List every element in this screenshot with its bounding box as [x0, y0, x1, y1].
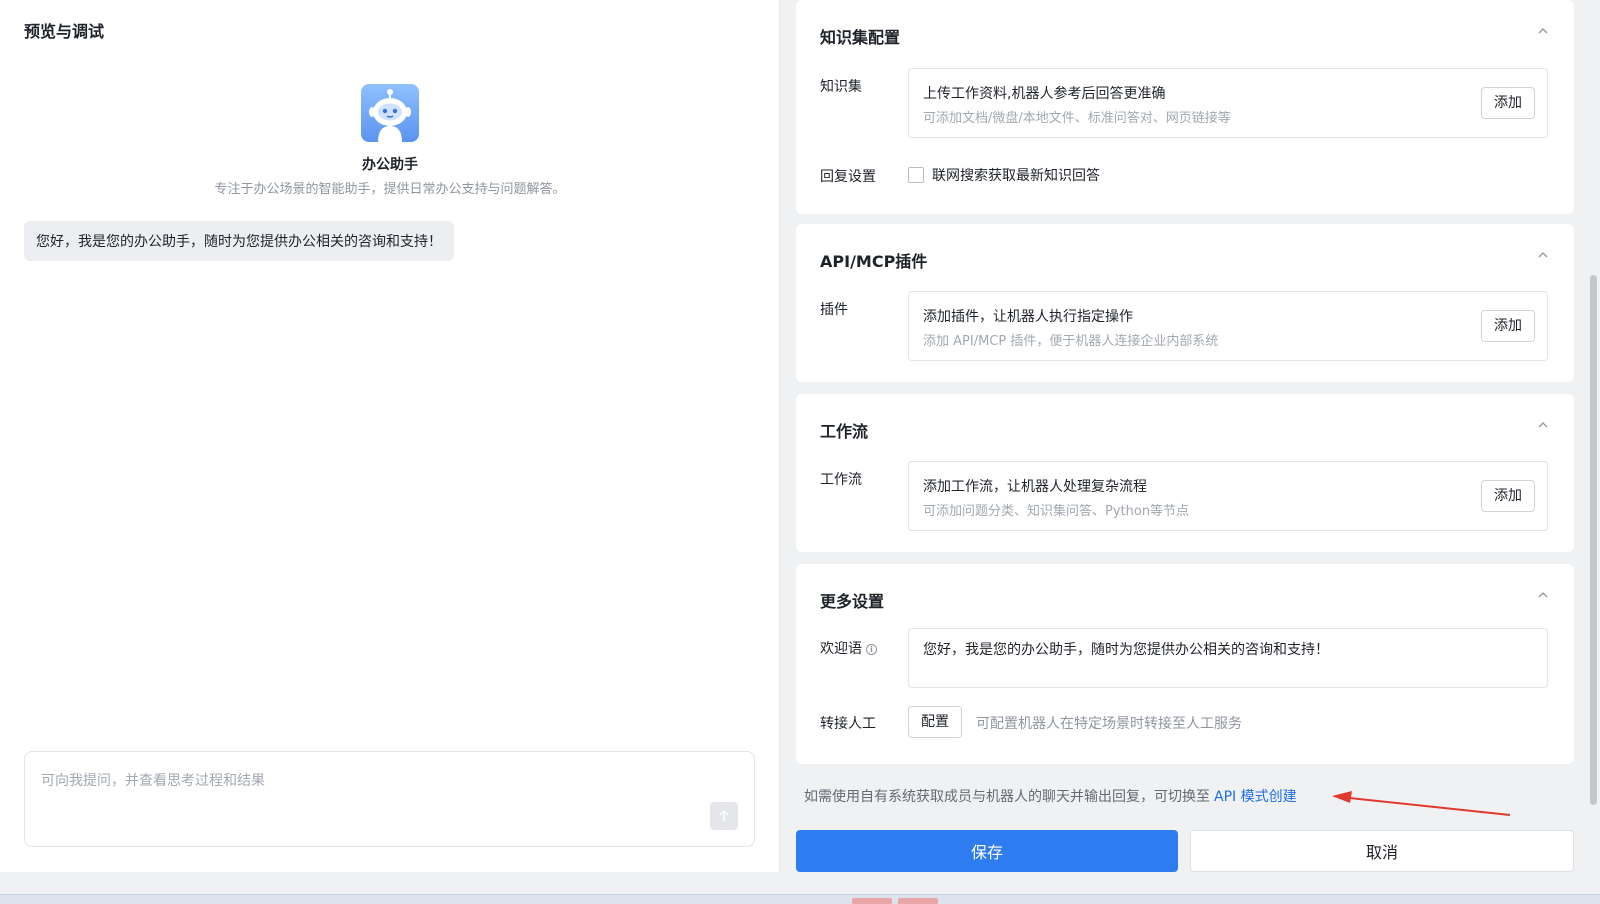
knowledge-label: 知识集: [820, 79, 862, 95]
api-mode-hint: 如需使用自有系统获取成员与机器人的聊天并输出回复，可切换至 API 模式创建: [804, 786, 1297, 806]
chat-input[interactable]: 可向我提问，并查看思考过程和结果: [24, 751, 755, 847]
chevron-up-icon[interactable]: [1536, 418, 1550, 432]
taskbar-item[interactable]: [898, 898, 938, 904]
welcome-label: 欢迎语: [820, 641, 862, 657]
knowledge-main-text: 上传工作资料,机器人参考后回答更准确: [923, 86, 1166, 102]
knowledge-sub-text: 可添加文档/微盘/本地文件、标准问答对、网页链接等: [923, 111, 1231, 126]
transfer-hint: 可配置机器人在特定场景时转接至人工服务: [976, 716, 1242, 732]
plugin-title: API/MCP插件: [820, 252, 928, 271]
workflow-main-text: 添加工作流，让机器人处理复杂流程: [923, 479, 1147, 495]
welcome-label-row: 欢迎语 i: [820, 638, 877, 658]
web-search-label[interactable]: 联网搜索获取最新知识回答: [932, 165, 1100, 185]
knowledge-card: 知识集配置 知识集 上传工作资料,机器人参考后回答更准确 可添加文档/微盘/本地…: [796, 0, 1574, 214]
bot-avatar: [361, 84, 419, 142]
welcome-input[interactable]: 您好，我是您的办公助手，随时为您提供办公相关的咨询和支持！: [908, 628, 1548, 688]
knowledge-field: 上传工作资料,机器人参考后回答更准确 可添加文档/微盘/本地文件、标准问答对、网…: [908, 68, 1548, 138]
api-mode-link[interactable]: API 模式创建: [1214, 789, 1297, 805]
add-plugin-button[interactable]: 添加: [1481, 310, 1535, 342]
scrollbar-thumb[interactable]: [1590, 275, 1597, 805]
send-button[interactable]: [710, 802, 738, 830]
more-settings-title: 更多设置: [820, 592, 885, 611]
plugin-sub-text: 添加 API/MCP 插件，便于机器人连接企业内部系统: [923, 334, 1219, 349]
workflow-title: 工作流: [820, 422, 869, 441]
web-search-checkbox[interactable]: [908, 167, 924, 183]
bot-profile: 办公助手 专注于办公场景的智能助手，提供日常办公支持与问题解答。: [0, 84, 780, 197]
cancel-button[interactable]: 取消: [1190, 830, 1574, 872]
taskbar: [0, 894, 1600, 904]
arrow-up-icon: [719, 810, 729, 821]
taskbar-item[interactable]: [852, 898, 892, 904]
bot-name: 办公助手: [362, 157, 418, 173]
chevron-up-icon[interactable]: [1536, 588, 1550, 602]
info-icon[interactable]: i: [866, 644, 877, 655]
more-settings-card: 更多设置 欢迎语 i 您好，我是您的办公助手，随时为您提供办公相关的咨询和支持！ …: [796, 564, 1574, 764]
bot-description: 专注于办公场景的智能助手，提供日常办公支持与问题解答。: [214, 182, 566, 197]
greeting-message: 您好，我是您的办公助手，随时为您提供办公相关的咨询和支持！: [24, 221, 454, 261]
workflow-card: 工作流 工作流 添加工作流，让机器人处理复杂流程 可添加问题分类、知识集问答、P…: [796, 394, 1574, 552]
plugin-main-text: 添加插件，让机器人执行指定操作: [923, 309, 1133, 325]
knowledge-title: 知识集配置: [820, 28, 901, 47]
preview-panel: 预览与调试 办公助手 专注于办公场景的智能助手，提供日常办公支持与问题解答。 您…: [0, 0, 780, 872]
workflow-label: 工作流: [820, 472, 862, 488]
welcome-text: 您好，我是您的办公助手，随时为您提供办公相关的咨询和支持！: [923, 642, 1329, 658]
add-workflow-button[interactable]: 添加: [1481, 480, 1535, 512]
chevron-up-icon[interactable]: [1536, 24, 1550, 38]
robot-icon: [369, 89, 411, 142]
save-button[interactable]: 保存: [796, 830, 1178, 872]
plugin-label: 插件: [820, 302, 848, 318]
plugin-card: API/MCP插件 插件 添加插件，让机器人执行指定操作 添加 API/MCP …: [796, 224, 1574, 382]
plugin-field: 添加插件，让机器人执行指定操作 添加 API/MCP 插件，便于机器人连接企业内…: [908, 291, 1548, 361]
transfer-label: 转接人工: [820, 716, 876, 732]
preview-title: 预览与调试: [24, 22, 105, 41]
api-hint-text: 如需使用自有系统获取成员与机器人的聊天并输出回复，可切换至: [804, 789, 1210, 805]
chevron-up-icon[interactable]: [1536, 248, 1550, 262]
reply-settings-label: 回复设置: [820, 169, 876, 185]
transfer-config-button[interactable]: 配置: [908, 706, 962, 738]
add-knowledge-button[interactable]: 添加: [1481, 87, 1535, 119]
workflow-field: 添加工作流，让机器人处理复杂流程 可添加问题分类、知识集问答、Python等节点…: [908, 461, 1548, 531]
chat-input-placeholder: 可向我提问，并查看思考过程和结果: [41, 773, 265, 789]
workflow-sub-text: 可添加问题分类、知识集问答、Python等节点: [923, 504, 1190, 519]
